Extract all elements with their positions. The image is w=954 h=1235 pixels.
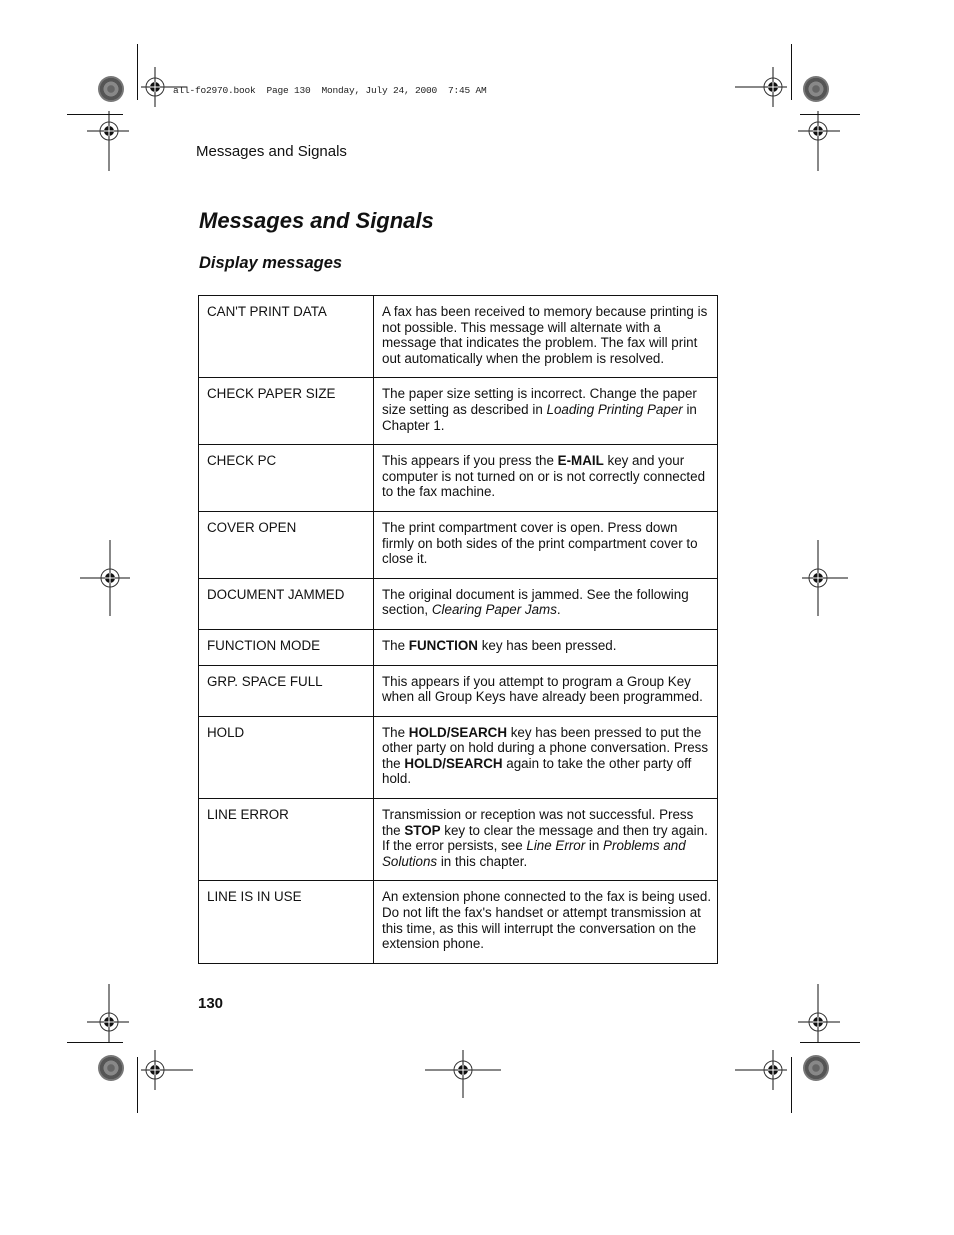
message-code: LINE ERROR [198, 798, 374, 882]
trim-line [791, 44, 792, 100]
message-code: HOLD [198, 715, 374, 800]
crosshair-target-icon [87, 111, 129, 171]
trim-line [791, 1057, 792, 1113]
color-rosette-icon [803, 76, 829, 102]
crosshair-target-icon [141, 67, 187, 107]
crosshair-target-icon [798, 111, 840, 171]
crosshair-target-icon [80, 540, 130, 616]
description-text: . [556, 602, 561, 618]
message-description: The HOLD/SEARCH key has been pressed to … [373, 715, 718, 800]
trim-line [67, 114, 123, 115]
crosshair-target-icon [802, 540, 848, 616]
table-row: HOLD The HOLD/SEARCH key has been pressed… [198, 715, 718, 800]
message-code: DOCUMENT JAMMED [198, 577, 374, 630]
description-text: An extension phone connected to the fax … [382, 889, 712, 952]
key-name: STOP [404, 822, 441, 838]
message-description: The FUNCTION key has been pressed. [373, 628, 718, 666]
message-code: COVER OPEN [198, 510, 374, 579]
description-text: in this chapter. [437, 853, 528, 869]
message-description: A fax has been received to memory becaus… [373, 294, 718, 379]
table-row: LINE IS IN USE An extension phone connect… [198, 880, 718, 964]
message-description: The print compartment cover is open. Pre… [373, 510, 718, 579]
table-row: CHECK PAPER SIZE The paper size setting i… [198, 377, 718, 446]
print-slug: all-fo2970.book Page 130 Monday, July 24… [173, 85, 487, 96]
description-text: The [382, 637, 409, 653]
crosshair-target-icon [87, 984, 129, 1042]
message-description: The original document is jammed. See the… [373, 577, 718, 630]
description-text: key has been pressed. [477, 637, 617, 653]
table-row: DOCUMENT JAMMED The original document is … [198, 577, 718, 630]
key-name: FUNCTION [408, 637, 478, 653]
crosshair-target-icon [735, 67, 787, 107]
crosshair-target-icon [141, 1050, 193, 1090]
key-name: HOLD/SEARCH [408, 724, 507, 740]
trim-line [137, 44, 138, 100]
description-text: This appears if you attempt to program a… [382, 673, 703, 705]
trim-line [67, 1042, 123, 1043]
key-name: E-MAIL [557, 453, 604, 469]
page-title: Messages and Signals [199, 208, 434, 233]
page-number: 130 [198, 995, 224, 1012]
trim-line [800, 114, 860, 115]
message-code: FUNCTION MODE [198, 628, 374, 666]
table-row: CAN'T PRINT DATA A fax has been received … [198, 294, 718, 379]
color-rosette-icon [803, 1055, 829, 1081]
message-description: The paper size setting is incorrect. Cha… [373, 377, 718, 446]
crosshair-target-icon [425, 1050, 501, 1098]
color-rosette-icon [98, 1055, 124, 1081]
description-text: in [585, 838, 604, 854]
display-messages-table: CAN'T PRINT DATA A fax has been received … [198, 294, 718, 964]
crosshair-target-icon [798, 984, 840, 1042]
description-text: This appears if you press the [382, 453, 558, 469]
table-row: FUNCTION MODE The FUNCTION key has been p… [198, 628, 718, 666]
message-description: This appears if you press the E-MAIL key… [373, 444, 718, 512]
cross-reference: Clearing Paper Jams [431, 602, 557, 618]
table-row: LINE ERROR Transmission or reception was … [198, 798, 718, 882]
color-rosette-icon [98, 76, 124, 102]
running-header: Messages and Signals [196, 143, 347, 160]
table-body: CAN'T PRINT DATA A fax has been received … [198, 294, 718, 964]
message-description: This appears if you attempt to program a… [373, 664, 718, 717]
message-description: An extension phone connected to the fax … [373, 880, 718, 964]
crosshair-target-icon [735, 1050, 787, 1090]
description-text: The [382, 724, 409, 740]
message-code: CAN'T PRINT DATA [198, 294, 374, 379]
key-name: HOLD/SEARCH [404, 755, 503, 771]
section-title: Display messages [199, 254, 343, 272]
table-row: CHECK PC This appears if you press the E-… [198, 444, 718, 512]
trim-line [137, 1057, 138, 1113]
message-description: Transmission or reception was not succes… [373, 798, 718, 882]
table-row: COVER OPEN The print compartment cover is… [198, 510, 718, 579]
trim-line [800, 1042, 860, 1043]
message-code: CHECK PC [198, 444, 374, 512]
cross-reference: Line Error [526, 838, 586, 854]
message-code: CHECK PAPER SIZE [198, 377, 374, 446]
cross-reference: Loading Printing Paper [546, 401, 683, 417]
table-row: GRP. SPACE FULL This appears if you attem… [198, 664, 718, 717]
description-text: The print compartment cover is open. Pre… [382, 519, 698, 567]
message-code: LINE IS IN USE [198, 880, 374, 964]
message-code: GRP. SPACE FULL [198, 664, 374, 717]
description-text: A fax has been received to memory becaus… [382, 304, 708, 366]
